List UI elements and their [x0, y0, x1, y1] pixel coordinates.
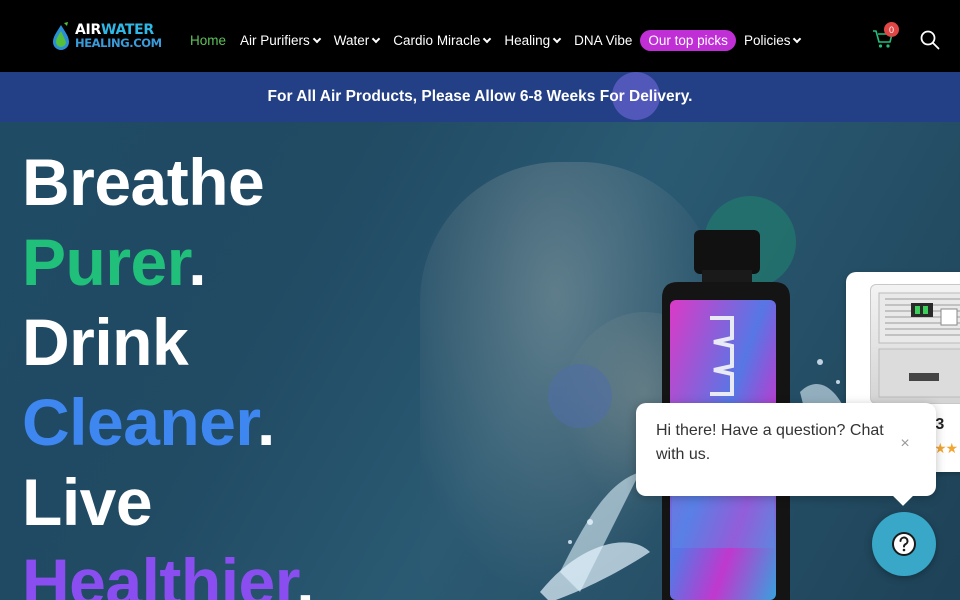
nav-item-cardio-miracle[interactable]: Cardio Miracle: [393, 32, 492, 48]
headline-word-highlight: Cleaner: [22, 385, 257, 459]
nav-item-label: Cardio Miracle: [393, 32, 481, 48]
nav-item-home[interactable]: Home: [190, 33, 226, 48]
hero-headline: Breathe Purer. Drink Cleaner. Live Healt…: [22, 142, 315, 600]
headline-dot: .: [256, 385, 275, 459]
cart-button[interactable]: 0: [872, 22, 899, 50]
headline-word-highlight: Purer: [22, 225, 189, 299]
nav-item-water[interactable]: Water: [333, 32, 381, 48]
question-chat-icon: [892, 532, 916, 556]
air-purifier-image: [870, 284, 960, 404]
headline-word: Live: [22, 465, 153, 539]
nav-item-label: DNA Vibe: [574, 32, 633, 48]
headline-dot: .: [188, 225, 207, 299]
nav-item-healing[interactable]: Healing: [504, 32, 562, 48]
chevron-down-icon: [552, 34, 562, 43]
chat-prompt-text: Hi there! Have a question? Chat with us.: [656, 422, 884, 463]
water-drop-icon: [50, 21, 72, 51]
logo-text-domain: HEALING.COM: [75, 35, 162, 50]
nav-item-label: Healing: [504, 32, 551, 48]
headline-word: Breathe: [22, 145, 265, 219]
chevron-down-icon: [372, 34, 381, 43]
chevron-down-icon: [312, 34, 322, 43]
nav-item-air-purifiers[interactable]: Air Purifiers: [240, 32, 322, 48]
chevron-down-icon: [483, 34, 492, 43]
chat-prompt-bubble[interactable]: Hi there! Have a question? Chat with us.…: [636, 403, 936, 496]
cart-count-badge: 0: [884, 22, 899, 37]
nav-item-label: Air Purifiers: [240, 32, 310, 48]
chat-launcher-button[interactable]: [872, 512, 936, 576]
main-nav: Home Air Purifiers Water Cardio Miracle …: [190, 28, 814, 52]
nav-item-top-picks[interactable]: Our top picks: [640, 29, 736, 51]
nav-item-label: Policies: [743, 32, 791, 48]
hero-section: r V3 ★★ Breathe Purer. Drink Cleaner. Li…: [0, 122, 960, 600]
headline-word: Drink: [22, 305, 189, 379]
nav-item-dna-vibe[interactable]: DNA Vibe: [574, 33, 632, 48]
nav-item-label: Water: [333, 32, 370, 48]
headline-word-highlight: Healthier: [22, 545, 297, 600]
banner-text: For All Air Products, Please Allow 6-8 W…: [267, 88, 693, 105]
nav-item-policies[interactable]: Policies: [743, 32, 802, 48]
delivery-banner: For All Air Products, Please Allow 6-8 W…: [0, 72, 960, 122]
search-icon: [920, 30, 940, 50]
chevron-down-icon: [793, 34, 802, 43]
product-rating-stars: ★★: [934, 440, 958, 456]
close-icon[interactable]: ×: [898, 436, 912, 452]
site-header: AIRWATER HEALING.COM Home Air Purifiers …: [0, 0, 960, 72]
search-button[interactable]: [920, 30, 940, 50]
headline-dot: .: [296, 545, 315, 600]
site-logo[interactable]: AIRWATER HEALING.COM: [50, 18, 172, 54]
nav-item-label: Home: [190, 32, 227, 48]
